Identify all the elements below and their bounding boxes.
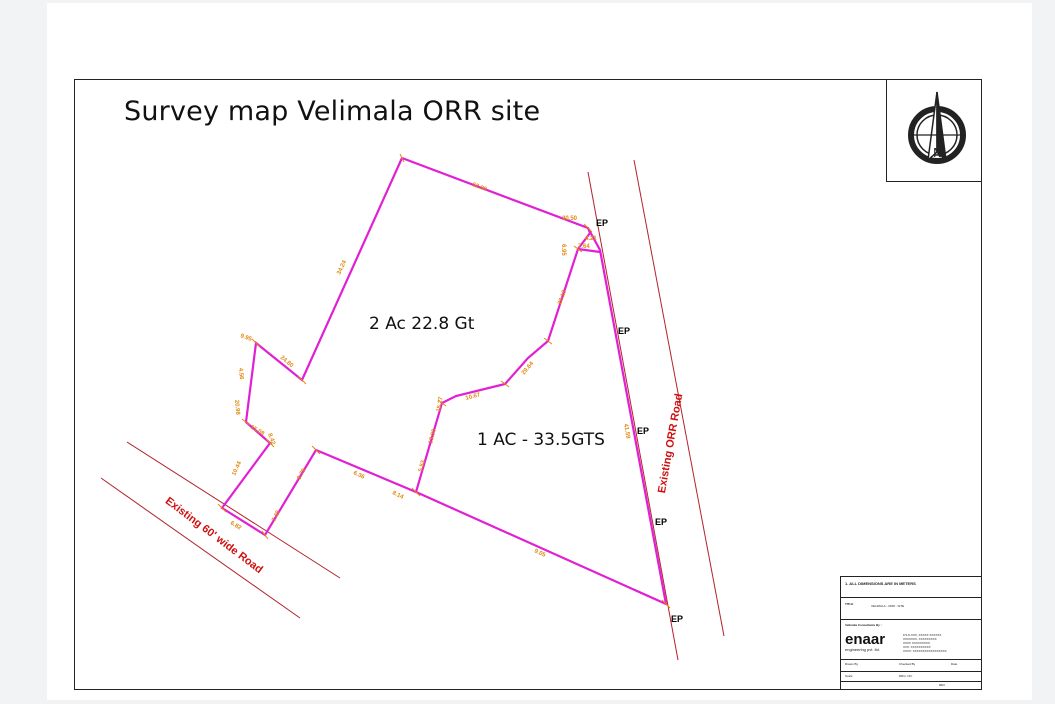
dim-label: 20.18 (557, 289, 568, 306)
title-block-divider (841, 681, 981, 682)
title-block-divider (841, 671, 981, 672)
sixty-road-edge-bottom (100, 477, 301, 619)
dim-label: 6.82 (229, 521, 243, 532)
rev-label: REV (939, 683, 946, 687)
prepared-by-label: Velimala Consultants By : (845, 623, 882, 627)
dim-label: 41.59 (622, 423, 631, 439)
edge-point-label: EP (637, 426, 650, 436)
dim-label: 15.27 (436, 396, 445, 412)
title-block: 1. ALL DIMENSIONS ARE IN METERS TITLE VE… (840, 576, 982, 690)
edge-point-label: EP (671, 614, 684, 624)
title-block-divider (841, 597, 981, 598)
dim-label: 6.95 (560, 244, 566, 256)
dim-label: 5.53 (418, 459, 427, 472)
title-value: VELIMALA - ORR - SITE (871, 604, 905, 608)
dim-label: 10.44 (231, 460, 243, 477)
dim-label: 8.14 (391, 490, 405, 501)
dim-label: 4.56 (237, 368, 244, 381)
dim-label: 4.21 (585, 236, 597, 242)
dim-label: 52.90 (471, 182, 488, 193)
dim-label: 20.50 (562, 216, 578, 222)
title-block-divider (841, 659, 981, 660)
scale-label: Scale (845, 674, 853, 678)
title-block-note: 1. ALL DIMENSIONS ARE IN METERS (845, 581, 916, 586)
upper-parcel-area: 2 Ac 22.8 Gt (369, 314, 475, 334)
dim-label: 13.30 (428, 428, 438, 445)
dim-label: 20.98 (233, 400, 240, 416)
title-label: TITLE (845, 602, 854, 606)
edge-point-label: EP (618, 326, 631, 336)
dim-label: 7.64 (578, 244, 590, 250)
dim-label: 34.24 (336, 259, 348, 276)
drawn-by-label: Drawn By (845, 662, 859, 666)
dim-label: 6.36 (352, 470, 366, 481)
title-block-divider (841, 619, 981, 620)
company-logo: enaar (845, 631, 886, 648)
lower-parcel-area: 1 AC - 33.5GTS (477, 430, 605, 450)
date-label: Date (951, 662, 958, 666)
orr-road-edge-left (587, 171, 679, 661)
dim-label: 8.79 (297, 467, 308, 481)
company-subtitle: engineering pvt. ltd. (845, 647, 880, 652)
edge-point-label: EP (655, 517, 668, 527)
drg-no-label: DRG. NO. (899, 674, 913, 678)
upper-parcel-boundary (220, 156, 592, 537)
company-address: # 5-9-XXX, XXXXX XXXXXX XXXXXXX, XXXXXXX… (903, 633, 947, 653)
lower-parcel-boundary (415, 227, 668, 606)
checked-by-label: Checked By (899, 662, 916, 666)
dim-label: 9.95 (239, 333, 253, 343)
edge-point-label: EP (596, 218, 609, 228)
